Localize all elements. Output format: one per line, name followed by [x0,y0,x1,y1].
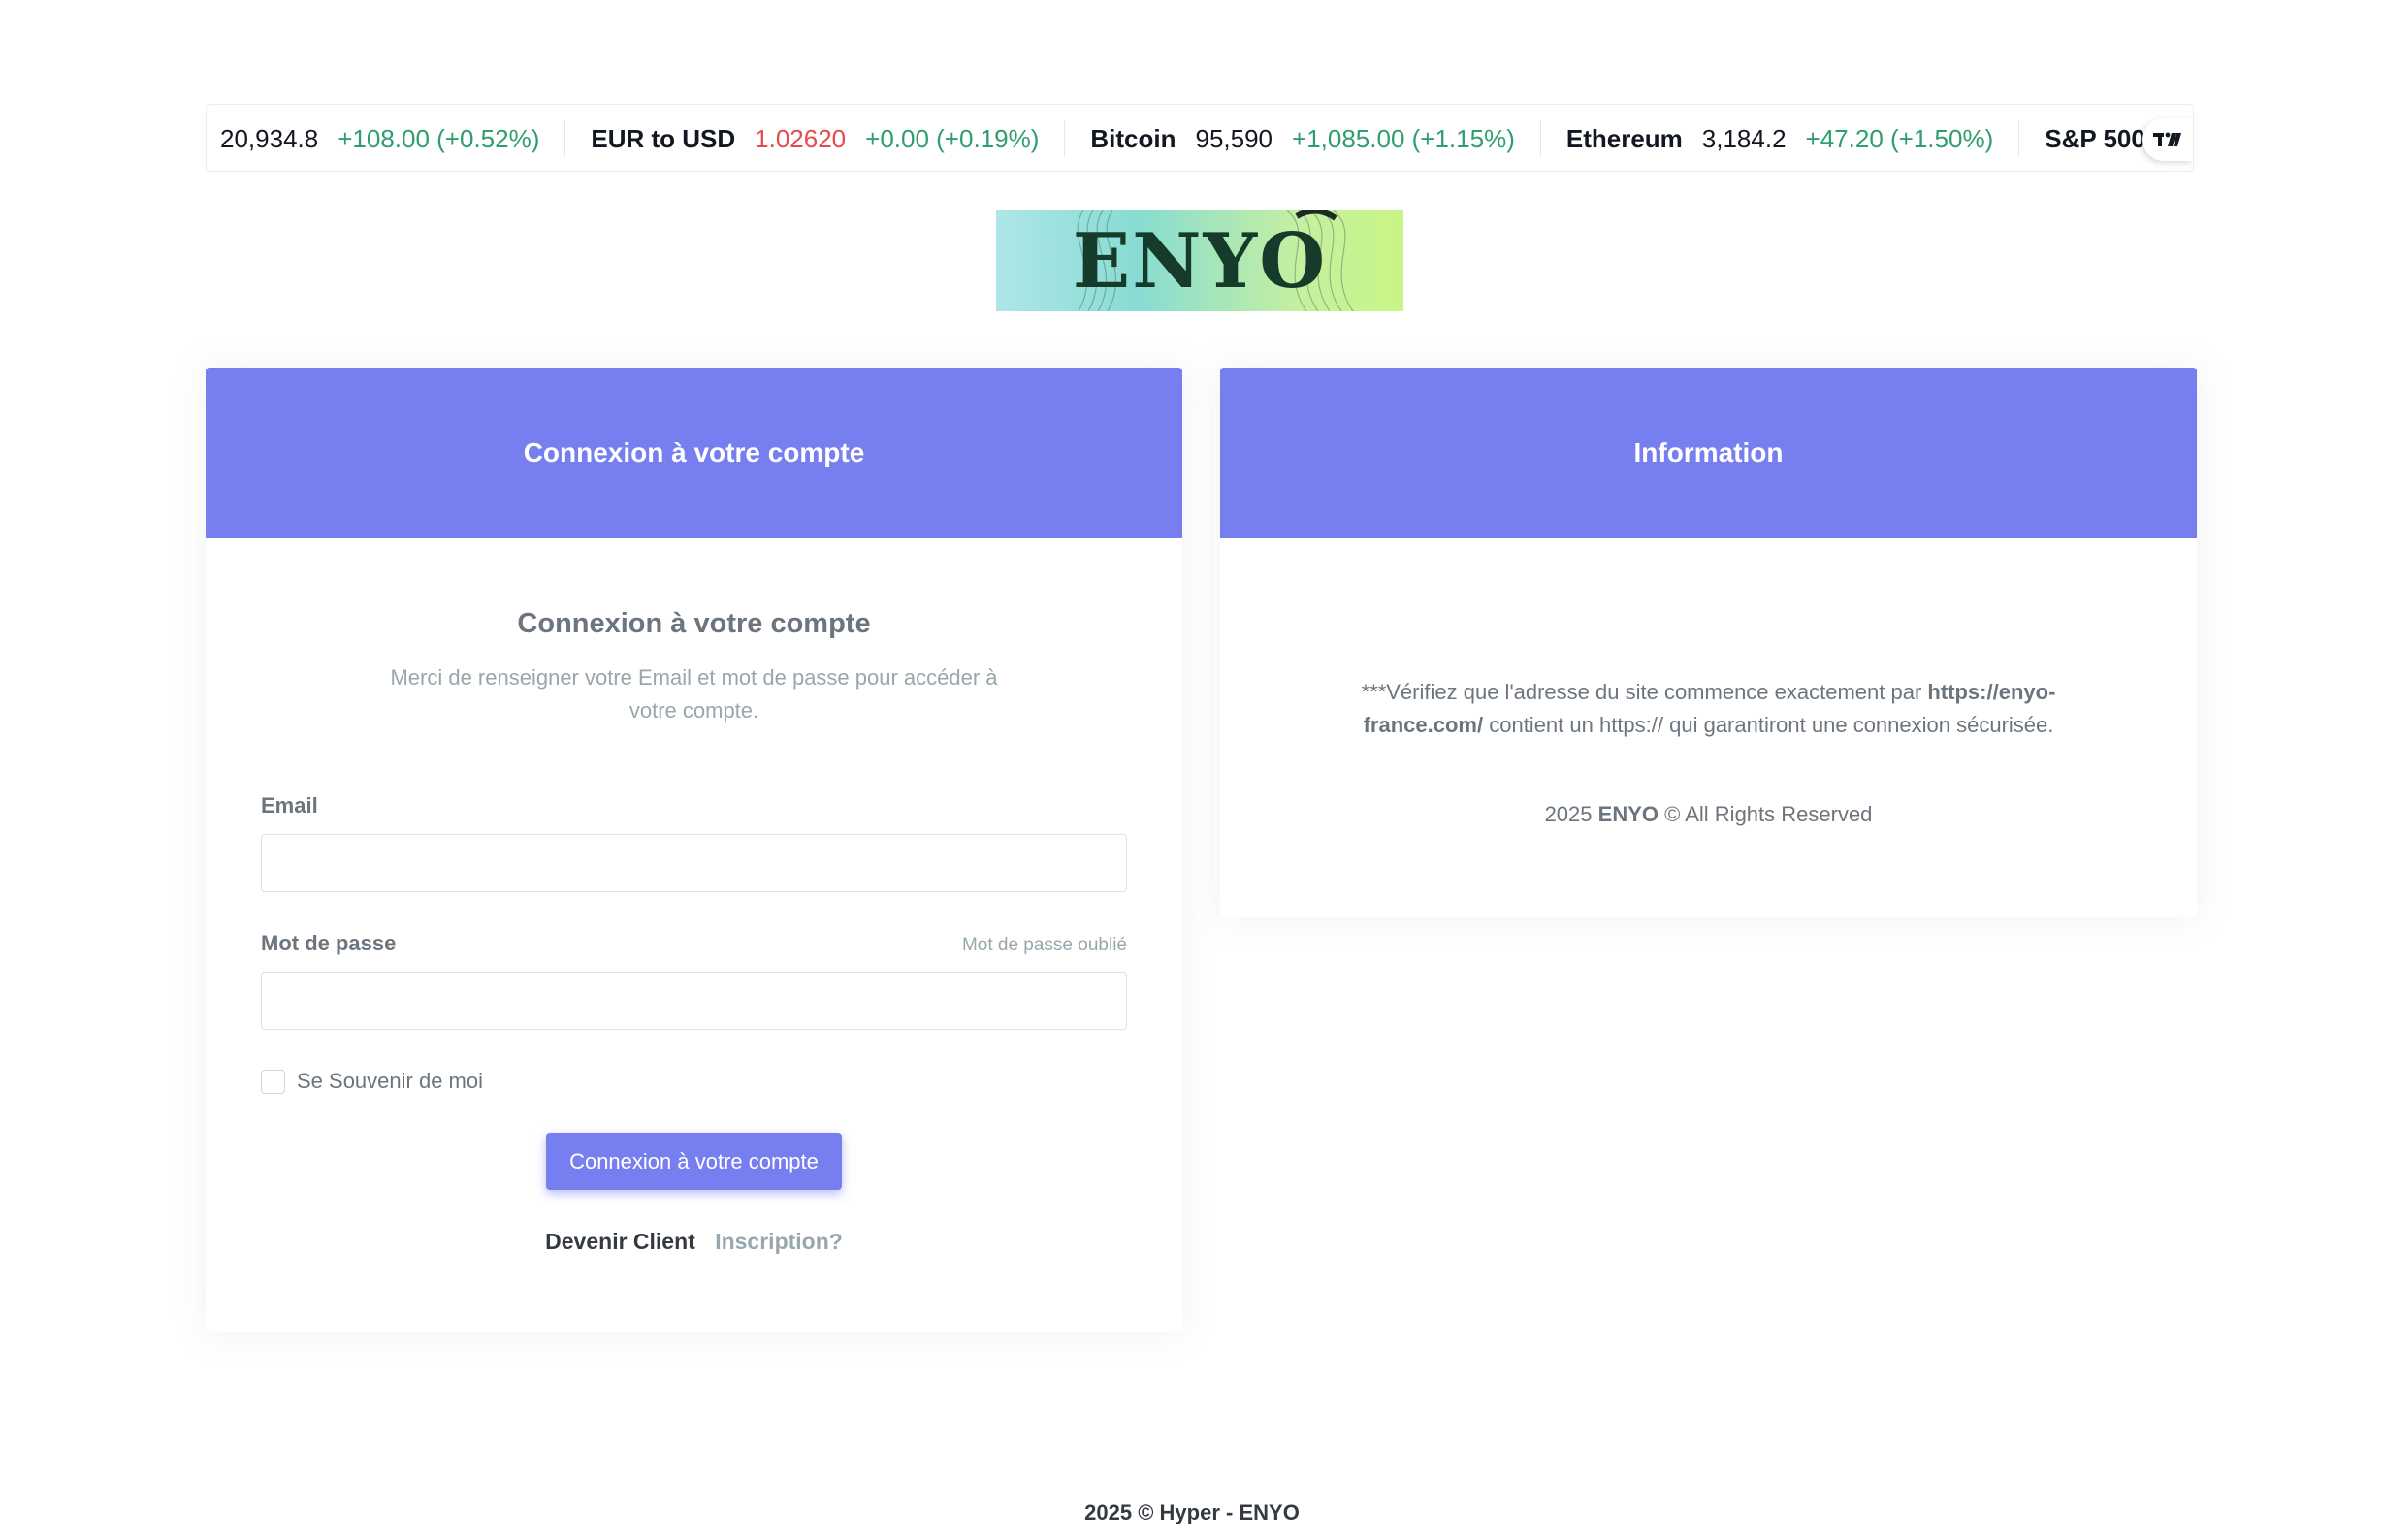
copyright-brand: ENYO [1597,802,1659,826]
ticker-name: Ethereum [1565,123,1683,153]
ticker-change: +0.00 (+0.19%) [865,123,1040,153]
security-notice-suffix: contient un https:// qui garantiront une… [1483,713,2054,737]
security-notice-prefix: ***Vérifiez que l'adresse du site commen… [1361,680,1928,704]
email-label: Email [261,793,318,818]
ticker-item[interactable]: Bitcoin 95,590 +1,085.00 (+1.15%) [1065,120,1541,157]
ticker-price: 3,184.2 [1701,123,1787,153]
info-card: Information ***Vérifiez que l'adresse du… [1220,368,2197,917]
signup-row: Devenir Client Inscription? [261,1229,1127,1255]
ticker-price: 20,934.8 [220,123,319,153]
page-footer: 2025 © Hyper - ENYO [1084,1500,1300,1524]
ticker-name: EUR to USD [591,123,736,153]
info-card-header: Information [1220,368,2197,538]
password-label: Mot de passe [261,931,397,955]
info-body: ***Vérifiez que l'adresse du site commen… [1220,538,2197,831]
logo-text: ENYO [1072,216,1328,305]
copyright-rest: © All Rights Reserved [1664,802,1873,826]
ticker-price: 1.02620 [755,123,847,153]
ticker-change: +108.00 (+0.52%) [338,123,540,153]
security-notice: ***Vérifiez que l'adresse du site commen… [1336,538,2082,742]
remember-me-label: Se Souvenir de moi [297,1069,483,1093]
ticker-item[interactable]: 20,934.8 +108.00 (+0.52%) [207,120,566,157]
login-title: Connexion à votre compte [517,608,871,639]
ticker-track: 20,934.8 +108.00 (+0.52%) EUR to USD 1.0… [207,105,2190,171]
tradingview-logo-icon[interactable] [2142,118,2193,161]
ticker-change: +1,085.00 (+1.15%) [1292,123,1515,153]
remember-me[interactable]: Se Souvenir de moi [261,1069,1127,1094]
remember-me-checkbox[interactable] [261,1069,285,1094]
login-submit-button[interactable]: Connexion à votre compte [546,1133,842,1190]
ticker-item[interactable]: EUR to USD 1.02620 +0.00 (+0.19%) [565,120,1066,157]
email-input[interactable] [261,834,1127,892]
info-copyright: 2025 ENYO © All Rights Reserved [1220,798,2197,831]
ticker-name: S&P 500 [2045,123,2145,153]
copyright-year: 2025 [1544,802,1593,826]
enyo-logo: ENYO [996,210,1403,311]
ticker-price: 95,590 [1195,123,1273,153]
ticker-item[interactable]: Ethereum 3,184.2 +47.20 (+1.50%) [1541,120,2020,157]
register-link[interactable]: Inscription? [715,1229,843,1254]
ticker-name: Bitcoin [1090,123,1176,153]
login-subtitle: Merci de renseigner votre Email et mot d… [390,665,998,722]
login-card-header: Connexion à votre compte [206,368,1182,538]
password-input[interactable] [261,972,1127,1030]
login-card: Connexion à votre compte Connexion à vot… [206,368,1182,1332]
become-client-label: Devenir Client [545,1229,695,1254]
market-ticker[interactable]: 20,934.8 +108.00 (+0.52%) EUR to USD 1.0… [206,104,2194,172]
ticker-change: +47.20 (+1.50%) [1805,123,1994,153]
login-form: Connexion à votre compte Merci de rensei… [206,608,1182,1255]
forgot-password-link[interactable]: Mot de passe oublié [962,935,1127,956]
